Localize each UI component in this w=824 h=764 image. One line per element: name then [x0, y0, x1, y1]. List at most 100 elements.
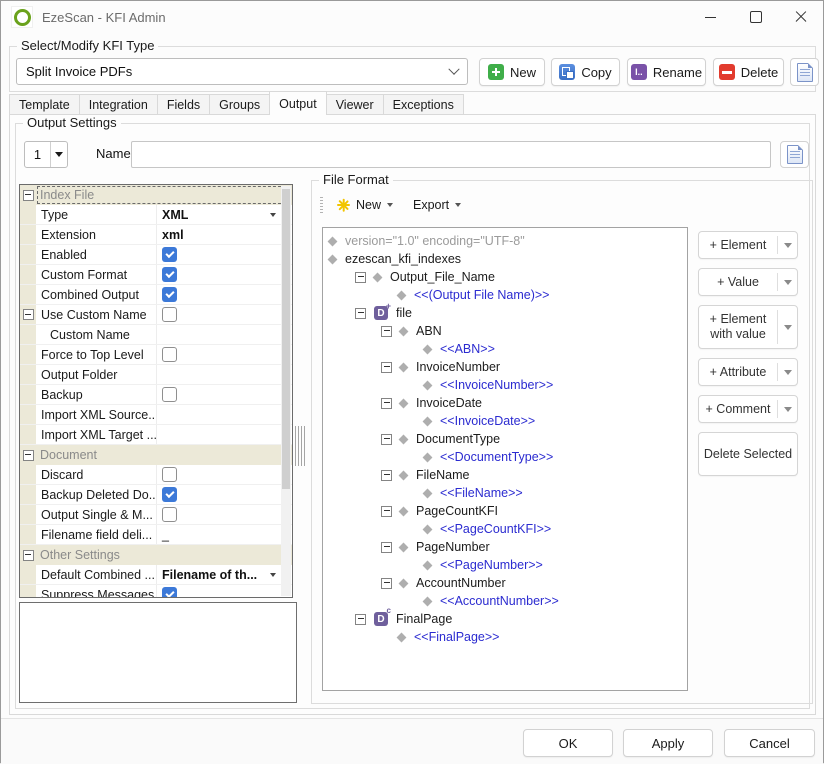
tree-value-pagecountkfi[interactable]: <<PageCountKFI>> — [323, 520, 687, 538]
tab-fields[interactable]: Fields — [157, 94, 210, 114]
property-value[interactable] — [157, 365, 292, 384]
tree-node-documenttype[interactable]: DocumentType — [323, 430, 687, 448]
tab-groups[interactable]: Groups — [209, 94, 270, 114]
property-row-discard[interactable]: Discard — [20, 465, 292, 485]
collapse-icon[interactable] — [23, 450, 34, 461]
property-row-force-to-top-level[interactable]: Force to Top Level — [20, 345, 292, 365]
dropdown-arrow-icon[interactable] — [778, 407, 797, 412]
checkbox-checked[interactable] — [162, 247, 177, 262]
name-input[interactable] — [131, 141, 771, 168]
tree-node-accountnumber[interactable]: AccountNumber — [323, 574, 687, 592]
collapse-icon[interactable] — [355, 272, 366, 283]
property-value[interactable] — [157, 405, 292, 424]
dropdown-arrow-icon[interactable] — [778, 280, 797, 285]
tree-node-output-file-name[interactable]: Output_File_Name — [323, 268, 687, 286]
tree-node-invoicenumber[interactable]: InvoiceNumber — [323, 358, 687, 376]
side-button-element-with-value[interactable]: + Element with value — [698, 305, 798, 349]
property-value[interactable] — [157, 265, 292, 284]
new-kfi-button[interactable]: New — [479, 58, 545, 86]
tab-exceptions[interactable]: Exceptions — [383, 94, 464, 114]
tree-value-accountnumber[interactable]: <<AccountNumber>> — [323, 592, 687, 610]
collapse-icon[interactable] — [23, 309, 34, 320]
tree-node-file[interactable]: file — [323, 304, 687, 322]
tree-value-filename[interactable]: <<FileName>> — [323, 484, 687, 502]
property-value[interactable] — [157, 465, 292, 484]
property-value[interactable] — [157, 425, 292, 444]
scrollbar-thumb[interactable] — [282, 189, 290, 489]
tree-node-finalpage[interactable]: FinalPage — [323, 610, 687, 628]
property-value[interactable] — [157, 485, 292, 504]
side-button-comment[interactable]: + Comment — [698, 395, 798, 423]
tree-value-output-file-name[interactable]: <<(Output File Name)>> — [323, 286, 687, 304]
property-value[interactable] — [157, 345, 292, 364]
tree-node-ezescan-kfi-indexes[interactable]: ezescan_kfi_indexes — [323, 250, 687, 268]
property-row-import-xml-source[interactable]: Import XML Source... — [20, 405, 292, 425]
tree-value-invoicenumber[interactable]: <<InvoiceNumber>> — [323, 376, 687, 394]
cancel-button[interactable]: Cancel — [724, 729, 815, 757]
dropdown-arrow-icon[interactable] — [270, 213, 276, 217]
property-row-enabled[interactable]: Enabled — [20, 245, 292, 265]
toolbar-new-button[interactable]: New — [332, 196, 398, 214]
output-index-select[interactable]: 1 — [24, 141, 68, 168]
property-row-use-custom-name[interactable]: Use Custom Name — [20, 305, 292, 325]
collapse-icon[interactable] — [381, 362, 392, 373]
tree-value-documenttype[interactable]: <<DocumentType>> — [323, 448, 687, 466]
property-value[interactable] — [157, 305, 292, 324]
minimize-button[interactable] — [688, 1, 733, 33]
collapse-icon[interactable] — [381, 542, 392, 553]
apply-button[interactable]: Apply — [623, 729, 713, 757]
property-category-document[interactable]: Document — [20, 445, 292, 465]
tree-value-finalpage[interactable]: <<FinalPage>> — [323, 628, 687, 646]
property-value[interactable] — [157, 285, 292, 304]
property-row-combined-output[interactable]: Combined Output — [20, 285, 292, 305]
collapse-icon[interactable] — [23, 190, 34, 201]
tree-node-filename[interactable]: FileName — [323, 466, 687, 484]
collapse-icon[interactable] — [381, 470, 392, 481]
property-row-suppress-messages[interactable]: Suppress Messages — [20, 585, 292, 598]
property-category-index-file[interactable]: Index File — [20, 185, 292, 205]
side-button-attribute[interactable]: + Attribute — [698, 358, 798, 386]
tree-decl-version-1-0-encoding-utf-8[interactable]: version="1.0" encoding="UTF-8" — [323, 232, 687, 250]
property-row-output-folder[interactable]: Output Folder — [20, 365, 292, 385]
copy-kfi-button[interactable]: Copy — [551, 58, 620, 86]
property-row-type[interactable]: TypeXML — [20, 205, 292, 225]
checkbox-checked[interactable] — [162, 287, 177, 302]
property-value[interactable]: XML — [157, 205, 292, 224]
checkbox-unchecked[interactable] — [162, 507, 177, 522]
property-row-extension[interactable]: Extensionxml — [20, 225, 292, 245]
rename-kfi-button[interactable]: Rename — [627, 58, 706, 86]
property-value[interactable] — [157, 385, 292, 404]
collapse-icon[interactable] — [381, 506, 392, 517]
collapse-icon[interactable] — [355, 614, 366, 625]
property-row-default-combined[interactable]: Default Combined ...Filename of th... — [20, 565, 292, 585]
property-value[interactable] — [157, 505, 292, 524]
checkbox-unchecked[interactable] — [162, 307, 177, 322]
property-value[interactable] — [157, 245, 292, 264]
panel-splitter[interactable] — [295, 426, 307, 466]
tab-template[interactable]: Template — [9, 94, 80, 114]
checkbox-checked[interactable] — [162, 487, 177, 502]
checkbox-unchecked[interactable] — [162, 347, 177, 362]
tab-viewer[interactable]: Viewer — [326, 94, 384, 114]
property-grid-scrollbar[interactable] — [281, 186, 291, 596]
property-row-import-xml-target[interactable]: Import XML Target ... — [20, 425, 292, 445]
property-row-custom-format[interactable]: Custom Format — [20, 265, 292, 285]
collapse-icon[interactable] — [381, 578, 392, 589]
property-row-backup[interactable]: Backup — [20, 385, 292, 405]
collapse-icon[interactable] — [355, 308, 366, 319]
tree-value-pagenumber[interactable]: <<PageNumber>> — [323, 556, 687, 574]
ok-button[interactable]: OK — [523, 729, 613, 757]
checkbox-unchecked[interactable] — [162, 467, 177, 482]
property-row-backup-deleted-do[interactable]: Backup Deleted Do... — [20, 485, 292, 505]
property-value[interactable] — [157, 325, 292, 344]
tab-output[interactable]: Output — [269, 91, 327, 115]
kfi-notes-button[interactable] — [790, 58, 819, 86]
property-value[interactable] — [157, 585, 292, 598]
property-value[interactable]: _ — [157, 525, 292, 544]
side-button-delete-selected[interactable]: Delete Selected — [698, 432, 798, 476]
side-button-element[interactable]: + Element — [698, 231, 798, 259]
toolbar-grip-handle[interactable] — [320, 197, 323, 213]
collapse-icon[interactable] — [381, 398, 392, 409]
name-notes-button[interactable] — [780, 141, 809, 168]
tree-node-invoicedate[interactable]: InvoiceDate — [323, 394, 687, 412]
